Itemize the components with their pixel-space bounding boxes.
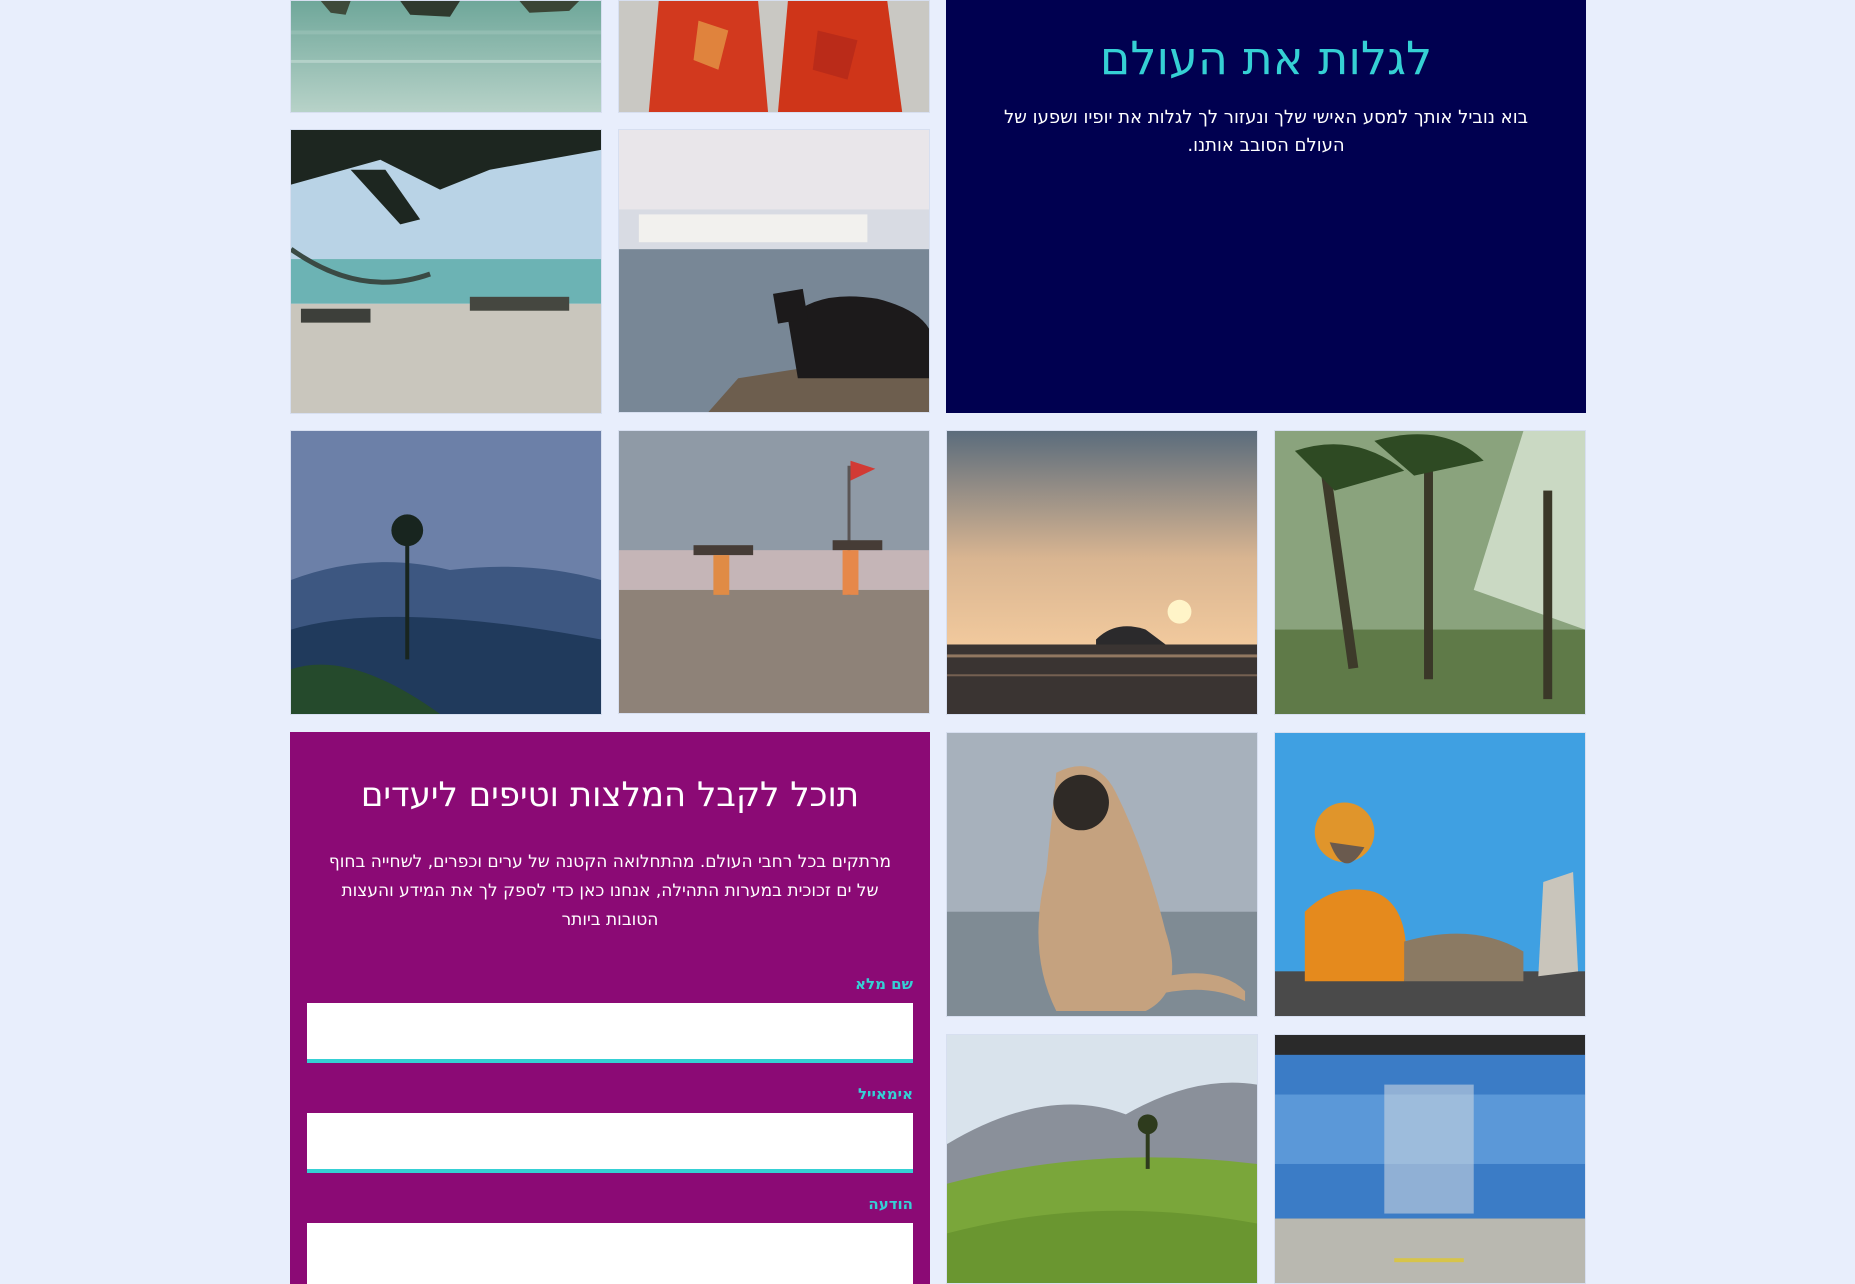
photo-hammock-beach[interactable] xyxy=(290,129,602,414)
email-field[interactable] xyxy=(307,1113,913,1173)
photo-sunset-tidal[interactable] xyxy=(946,430,1258,715)
photo-cow-lake[interactable] xyxy=(618,129,930,413)
photo-monkey[interactable] xyxy=(946,732,1258,1017)
contact-form: שם מלא אימאייל הודעה xyxy=(307,975,913,1284)
photo-blue-train[interactable] xyxy=(1274,1034,1586,1284)
message-group: הודעה xyxy=(307,1195,913,1284)
photo-beach-carriers[interactable] xyxy=(618,430,930,714)
photo-tea-hills[interactable] xyxy=(946,1034,1258,1284)
photo-women-in-red[interactable] xyxy=(618,0,930,113)
photo-sadhu[interactable] xyxy=(1274,732,1586,1017)
message-field[interactable] xyxy=(307,1223,913,1284)
contact-title: תוכל לקבל המלצות וטיפים ליעדים xyxy=(360,775,860,815)
hero-banner: לגלות את העולם בוא נוביל אותך למסע האישי… xyxy=(946,0,1586,413)
photo-mangrove-shore[interactable] xyxy=(290,0,602,113)
gallery-page: לגלות את העולם בוא נוביל אותך למסע האישי… xyxy=(0,0,1855,1284)
message-label: הודעה xyxy=(868,1195,913,1213)
photo-misty-mountains[interactable] xyxy=(290,430,602,715)
name-group: שם מלא xyxy=(307,975,913,1063)
hero-text: בוא נוביל אותך למסע האישי שלך ונעזור לך … xyxy=(1003,107,1529,156)
email-label: אימאייל xyxy=(857,1085,913,1103)
contact-text: מרתקים בכל רחבי העולם. מהתחלואה הקטנה של… xyxy=(328,852,892,930)
photo-palm-jungle[interactable] xyxy=(1274,430,1586,715)
name-field[interactable] xyxy=(307,1003,913,1063)
hero-title: לגלות את העולם xyxy=(1099,31,1433,85)
name-label: שם מלא xyxy=(855,975,913,993)
email-group: אימאייל xyxy=(307,1085,913,1173)
subscribe-form-section: תוכל לקבל המלצות וטיפים ליעדים מרתקים בכ… xyxy=(290,732,930,1284)
